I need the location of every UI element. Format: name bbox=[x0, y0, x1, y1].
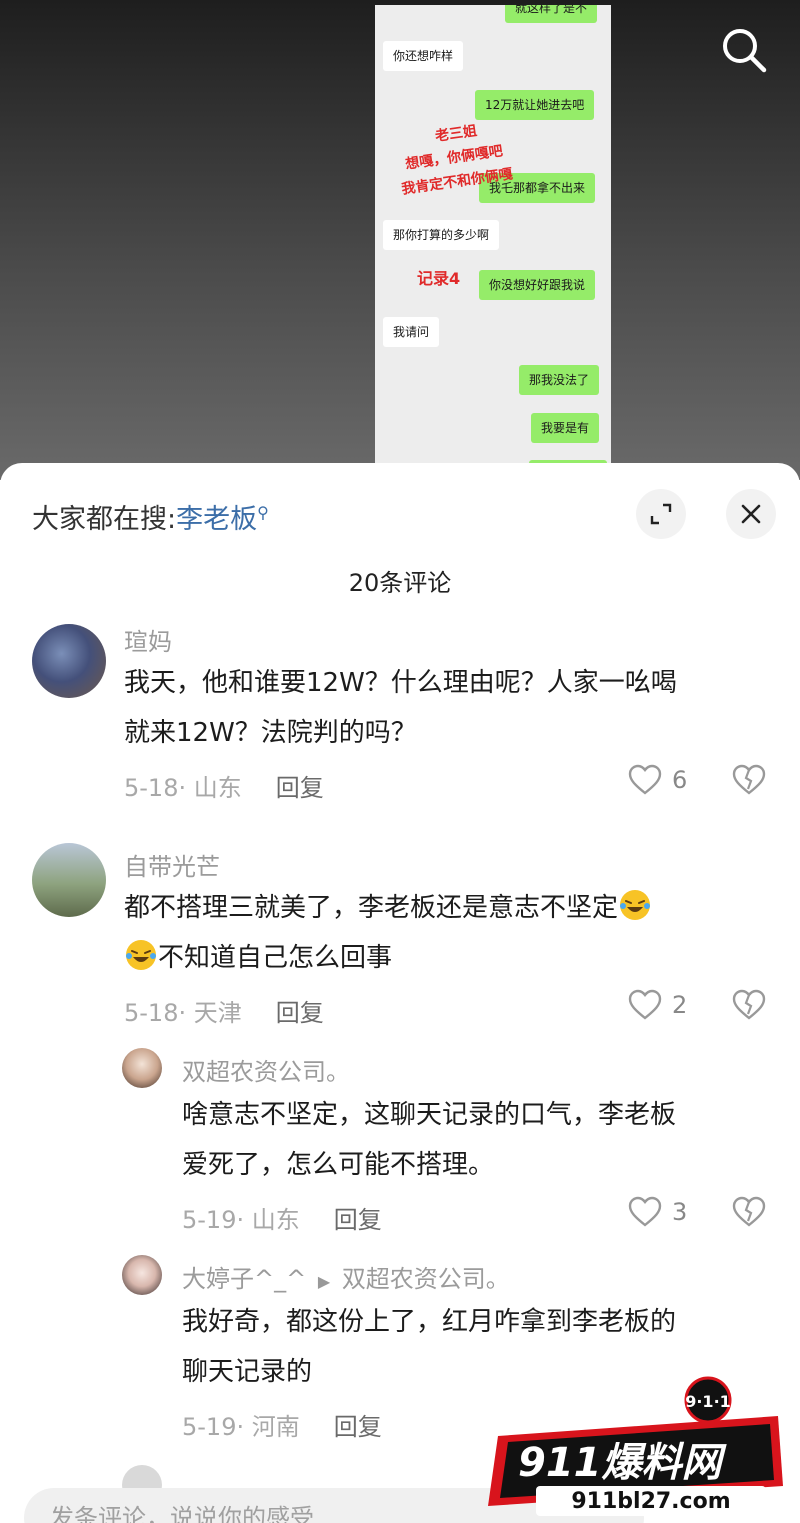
broken-heart-icon bbox=[732, 1196, 766, 1227]
avatar[interactable] bbox=[32, 843, 106, 917]
laughing-crying-emoji-icon bbox=[126, 940, 156, 970]
reply-button[interactable]: 回复 bbox=[276, 999, 324, 1027]
comment-meta: 5-19· 山东 回复 bbox=[182, 1200, 382, 1235]
comment-text-line: 啥意志不坚定，这聊天记录的口气，李老板 bbox=[182, 1100, 677, 1130]
chat-bubble: 我请问 bbox=[383, 317, 440, 347]
like-count: 3 bbox=[672, 1198, 688, 1226]
heart-icon bbox=[628, 1196, 662, 1227]
dislike-button[interactable] bbox=[732, 1196, 766, 1232]
reply-button[interactable]: 回复 bbox=[276, 774, 324, 802]
search-icon bbox=[723, 29, 767, 73]
site-watermark-logo: 9·1·1 911爆料网 911bl27.com bbox=[488, 1376, 783, 1516]
record-label: 记录4 bbox=[417, 269, 461, 288]
comment-username[interactable]: 大婷子^_^ bbox=[182, 1265, 306, 1293]
comment-sheet: 大家都在搜:李老板⚲ 20条评论 瑄妈 我天，他和谁要12W？什么理由呢？人家一… bbox=[0, 463, 800, 1523]
comment-username[interactable]: 瑄妈 bbox=[124, 622, 172, 657]
trending-search[interactable]: 大家都在搜:李老板⚲ bbox=[32, 497, 269, 536]
like-button[interactable]: 3 bbox=[628, 1196, 687, 1228]
comment-date-location: 5-18· 山东 bbox=[124, 774, 242, 802]
search-small-icon: ⚲ bbox=[257, 503, 269, 522]
search-button[interactable] bbox=[718, 24, 770, 76]
heart-icon bbox=[628, 764, 662, 795]
comment-text-line: 我好奇，都这份上了，红月咋拿到李老板的 bbox=[182, 1307, 677, 1337]
comment-username[interactable]: 自带光芒 bbox=[124, 847, 220, 882]
reply-arrow-icon: ▶ bbox=[317, 1272, 331, 1291]
broken-heart-icon bbox=[732, 764, 766, 795]
comment-username[interactable]: 双超农资公司。 bbox=[182, 1052, 350, 1087]
watermark-brand: 911爆料网 bbox=[518, 1440, 727, 1486]
avatar[interactable] bbox=[122, 1255, 162, 1295]
comment-date-location: 5-19· 山东 bbox=[182, 1206, 300, 1234]
comment-text-line: 就来12W？法院判的吗？ bbox=[124, 718, 417, 748]
comment-text-line: 我天，他和谁要12W？什么理由呢？人家一吆喝 bbox=[124, 668, 677, 698]
annotation-line: 老三姐 bbox=[434, 123, 479, 145]
chat-bubble: 那我没法了 bbox=[519, 365, 600, 395]
like-button[interactable]: 6 bbox=[628, 764, 687, 796]
comment-text-line: 都不搭理三就美了，李老板还是意志不坚定 bbox=[124, 883, 652, 933]
chat-bubble: 12万就让她进去吧 bbox=[475, 90, 595, 120]
watermark-url: 911bl27.com bbox=[571, 1489, 730, 1514]
reply-button[interactable]: 回复 bbox=[334, 1206, 382, 1234]
chat-bubble: 那你打算的多少啊 bbox=[383, 220, 500, 250]
reply-item: 双超农资公司。 啥意志不坚定，这聊天记录的口气，李老板 爱死了，怎么可能不搭理。… bbox=[0, 1048, 800, 1253]
like-count: 6 bbox=[672, 766, 688, 794]
avatar[interactable] bbox=[122, 1048, 162, 1088]
reply-to-username[interactable]: 双超农资公司。 bbox=[342, 1265, 510, 1293]
avatar[interactable] bbox=[32, 624, 106, 698]
comment-meta: 5-19· 河南 回复 bbox=[182, 1407, 382, 1442]
comment-text-line: 不知道自己怎么回事 bbox=[124, 933, 652, 983]
expand-icon bbox=[650, 503, 672, 525]
dislike-button[interactable] bbox=[732, 989, 766, 1025]
trending-prefix: 大家都在搜: bbox=[32, 504, 177, 535]
dislike-button[interactable] bbox=[732, 764, 766, 800]
chat-screenshot: 就这样了是不 你还想咋样 12万就让她进去吧 我乇那都拿不出来 那你打算的多少啊… bbox=[375, 5, 611, 475]
close-icon bbox=[741, 504, 761, 524]
comment-text-line: 爱死了，怎么可能不搭理。 bbox=[182, 1150, 495, 1180]
comment-meta: 5-18· 天津 回复 bbox=[124, 993, 324, 1028]
like-button[interactable]: 2 bbox=[628, 989, 687, 1021]
trending-keyword[interactable]: 李老板 bbox=[176, 504, 257, 535]
comment-text: 啥意志不坚定，这聊天记录的口气，李老板 爱死了，怎么可能不搭理。 bbox=[182, 1090, 676, 1190]
reply-header: 大婷子^_^ ▶ 双超农资公司。 bbox=[182, 1259, 510, 1294]
reply-button[interactable]: 回复 bbox=[334, 1413, 382, 1441]
comment-date-location: 5-18· 天津 bbox=[124, 999, 242, 1027]
chat-bubble: 就这样了是不 bbox=[505, 5, 598, 23]
heart-icon bbox=[628, 989, 662, 1020]
comment-meta: 5-18· 山东 回复 bbox=[124, 768, 324, 803]
comment-count-title: 20条评论 bbox=[348, 569, 452, 597]
expand-button[interactable] bbox=[636, 489, 686, 539]
video-player[interactable]: 就这样了是不 你还想咋样 12万就让她进去吧 我乇那都拿不出来 那你打算的多少啊… bbox=[0, 0, 800, 480]
chat-bubble: 我要是有 bbox=[531, 413, 600, 443]
comment-item: 自带光芒 都不搭理三就美了，李老板还是意志不坚定 不知道自己怎么回事 5-18·… bbox=[0, 843, 800, 1053]
comment-text: 我天，他和谁要12W？什么理由呢？人家一吆喝 就来12W？法院判的吗？ bbox=[124, 658, 677, 758]
like-count: 2 bbox=[672, 991, 688, 1019]
comment-text-span: 都不搭理三就美了，李老板还是意志不坚定 bbox=[124, 893, 619, 923]
comment-text-span: 不知道自己怎么回事 bbox=[158, 943, 393, 973]
laughing-crying-emoji-icon bbox=[620, 890, 651, 920]
watermark-badge: 9·1·1 bbox=[685, 1392, 731, 1411]
comment-text: 都不搭理三就美了，李老板还是意志不坚定 不知道自己怎么回事 bbox=[124, 883, 652, 983]
close-button[interactable] bbox=[726, 489, 776, 539]
comment-date-location: 5-19· 河南 bbox=[182, 1413, 300, 1441]
comment-item: 瑄妈 我天，他和谁要12W？什么理由呢？人家一吆喝 就来12W？法院判的吗？ 5… bbox=[0, 618, 800, 828]
broken-heart-icon bbox=[732, 989, 766, 1020]
chat-bubble: 你还想咋样 bbox=[383, 41, 464, 71]
chat-bubble: 你没想好好跟我说 bbox=[479, 270, 596, 300]
